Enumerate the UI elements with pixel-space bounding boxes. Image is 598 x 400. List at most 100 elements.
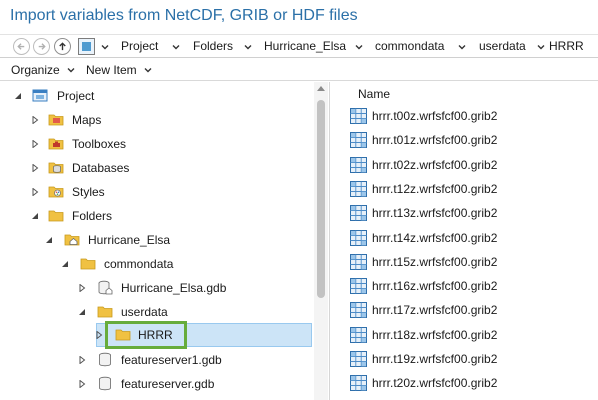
tree-item-label: Project bbox=[57, 89, 95, 103]
folder-icon bbox=[97, 304, 113, 319]
raster-grid-icon bbox=[350, 156, 367, 173]
file-name: hrrr.t14z.wrfsfcf00.grib2 bbox=[372, 230, 498, 245]
tree-item-label: featureserver1.gdb bbox=[121, 353, 222, 367]
new-item-menu[interactable]: New Item bbox=[86, 63, 137, 77]
collapse-arrow-icon[interactable] bbox=[78, 380, 86, 388]
tree-item-label: Databases bbox=[72, 161, 130, 175]
tree-item-hurricane-elsa-gdb[interactable]: Hurricane_Elsa.gdb bbox=[0, 277, 312, 299]
collapse-arrow-icon[interactable] bbox=[31, 116, 39, 124]
file-name: hrrr.t16z.wrfsfcf00.grib2 bbox=[372, 279, 498, 294]
breadcrumb-hrrr[interactable]: HRRR bbox=[549, 39, 584, 53]
chevron-down-icon[interactable] bbox=[100, 42, 110, 52]
geodatabase-icon bbox=[97, 352, 113, 367]
file-row[interactable]: hrrr.t17z.wrfsfcf00.grib2 bbox=[350, 299, 590, 323]
file-row[interactable]: hrrr.t18z.wrfsfcf00.grib2 bbox=[350, 324, 590, 348]
file-list: Name hrrr.t00z.wrfsfcf00.grib2 hrrr.t01z.… bbox=[330, 82, 598, 400]
dialog-title: Import variables from NetCDF, GRIB or HD… bbox=[10, 7, 358, 24]
home-folder-icon bbox=[64, 232, 80, 247]
file-row[interactable]: hrrr.t20z.wrfsfcf00.grib2 bbox=[350, 372, 590, 396]
expand-arrow-icon[interactable] bbox=[14, 92, 22, 100]
breadcrumb-hurricane-elsa[interactable]: Hurricane_Elsa bbox=[264, 39, 346, 53]
tree-item-label: Toolboxes bbox=[72, 137, 127, 151]
breadcrumb-project[interactable]: Project bbox=[121, 39, 158, 53]
up-arrow-icon[interactable] bbox=[54, 38, 71, 55]
raster-grid-icon bbox=[350, 302, 367, 319]
expand-arrow-icon[interactable] bbox=[61, 260, 69, 268]
tree-item-label: Hurricane_Elsa.gdb bbox=[121, 281, 227, 295]
collapse-arrow-icon[interactable] bbox=[78, 356, 86, 364]
raster-grid-icon bbox=[350, 132, 367, 149]
raster-grid-icon bbox=[350, 180, 367, 197]
tree-scrollbar[interactable] bbox=[314, 82, 328, 400]
scrollbar-thumb[interactable] bbox=[317, 100, 325, 298]
tree-item-styles[interactable]: Styles bbox=[0, 181, 312, 203]
tree-item-folders[interactable]: Folders bbox=[0, 205, 312, 227]
raster-grid-icon bbox=[350, 229, 367, 246]
tree-item-databases[interactable]: Databases bbox=[0, 157, 312, 179]
file-name: hrrr.t12z.wrfsfcf00.grib2 bbox=[372, 181, 498, 196]
tree-item-label: Styles bbox=[72, 185, 105, 199]
breadcrumb-userdata[interactable]: userdata bbox=[479, 39, 526, 53]
organize-menu[interactable]: Organize bbox=[11, 63, 60, 77]
collapse-arrow-icon[interactable] bbox=[95, 331, 103, 339]
raster-grid-icon bbox=[350, 326, 367, 343]
expand-arrow-icon[interactable] bbox=[78, 308, 86, 316]
selection-highlight-box bbox=[105, 321, 187, 349]
project-icon bbox=[32, 88, 48, 103]
expand-arrow-icon[interactable] bbox=[31, 212, 39, 220]
back-arrow-icon[interactable] bbox=[13, 38, 30, 55]
breadcrumb-commondata[interactable]: commondata bbox=[375, 39, 444, 53]
file-row[interactable]: hrrr.t16z.wrfsfcf00.grib2 bbox=[350, 275, 590, 299]
column-header-name[interactable]: Name bbox=[358, 87, 390, 101]
chevron-down-icon[interactable] bbox=[457, 42, 467, 52]
file-row[interactable]: hrrr.t00z.wrfsfcf00.grib2 bbox=[350, 105, 590, 129]
tree-item-label: featureserver.gdb bbox=[121, 377, 215, 391]
scroll-up-arrow-icon[interactable] bbox=[317, 86, 325, 91]
tree-item-commondata[interactable]: commondata bbox=[0, 253, 312, 275]
forward-arrow-icon[interactable] bbox=[33, 38, 50, 55]
raster-grid-icon bbox=[350, 278, 367, 295]
file-row[interactable]: hrrr.t12z.wrfsfcf00.grib2 bbox=[350, 178, 590, 202]
chevron-down-icon[interactable] bbox=[243, 42, 253, 52]
file-row[interactable]: hrrr.t14z.wrfsfcf00.grib2 bbox=[350, 227, 590, 251]
address-bar: Project Folders Hurricane_Elsa commondat… bbox=[0, 34, 598, 58]
expand-arrow-icon[interactable] bbox=[45, 236, 53, 244]
file-row[interactable]: hrrr.t19z.wrfsfcf00.grib2 bbox=[350, 348, 590, 372]
tree-item-toolboxes[interactable]: Toolboxes bbox=[0, 133, 312, 155]
tree-item-label: Maps bbox=[72, 113, 102, 127]
geodatabase-icon bbox=[97, 376, 113, 391]
collapse-arrow-icon[interactable] bbox=[31, 188, 39, 196]
tree-item-project[interactable]: Project bbox=[0, 85, 312, 107]
chevron-down-icon[interactable] bbox=[66, 65, 76, 75]
file-row[interactable]: hrrr.t02z.wrfsfcf00.grib2 bbox=[350, 154, 590, 178]
collapse-arrow-icon[interactable] bbox=[31, 164, 39, 172]
collapse-arrow-icon[interactable] bbox=[31, 140, 39, 148]
tree-item-userdata[interactable]: userdata bbox=[0, 301, 312, 323]
tree-item-maps[interactable]: Maps bbox=[0, 109, 312, 131]
file-name: hrrr.t15z.wrfsfcf00.grib2 bbox=[372, 254, 498, 269]
chevron-down-icon[interactable] bbox=[536, 42, 546, 52]
dialog-titlebar: Import variables from NetCDF, GRIB or HD… bbox=[0, 0, 598, 34]
styles-folder-icon bbox=[48, 184, 64, 199]
tree-item-hurricane-elsa[interactable]: Hurricane_Elsa bbox=[0, 229, 312, 251]
raster-grid-icon bbox=[350, 375, 367, 392]
raster-grid-icon bbox=[350, 253, 367, 270]
file-name: hrrr.t20z.wrfsfcf00.grib2 bbox=[372, 376, 498, 391]
tree-item-label: commondata bbox=[104, 257, 174, 271]
file-name: hrrr.t18z.wrfsfcf00.grib2 bbox=[372, 327, 498, 342]
file-row[interactable]: hrrr.t01z.wrfsfcf00.grib2 bbox=[350, 129, 590, 153]
chevron-down-icon[interactable] bbox=[171, 42, 181, 52]
location-icon bbox=[78, 38, 95, 55]
file-row[interactable]: hrrr.t15z.wrfsfcf00.grib2 bbox=[350, 251, 590, 275]
breadcrumb-folders[interactable]: Folders bbox=[193, 39, 233, 53]
tree-item-label: userdata bbox=[121, 305, 168, 319]
tree-item-featureserver-gdb[interactable]: featureserver.gdb bbox=[0, 373, 312, 395]
chevron-down-icon[interactable] bbox=[143, 65, 153, 75]
file-row[interactable]: hrrr.t13z.wrfsfcf00.grib2 bbox=[350, 202, 590, 226]
chevron-down-icon[interactable] bbox=[354, 42, 364, 52]
tree-item-featureserver1-gdb[interactable]: featureserver1.gdb bbox=[0, 349, 312, 371]
folder-tree: Project Maps Toolboxes Databases Styles … bbox=[0, 82, 329, 400]
collapse-arrow-icon[interactable] bbox=[78, 284, 86, 292]
file-name: hrrr.t19z.wrfsfcf00.grib2 bbox=[372, 352, 498, 366]
file-name: hrrr.t00z.wrfsfcf00.grib2 bbox=[372, 109, 498, 123]
